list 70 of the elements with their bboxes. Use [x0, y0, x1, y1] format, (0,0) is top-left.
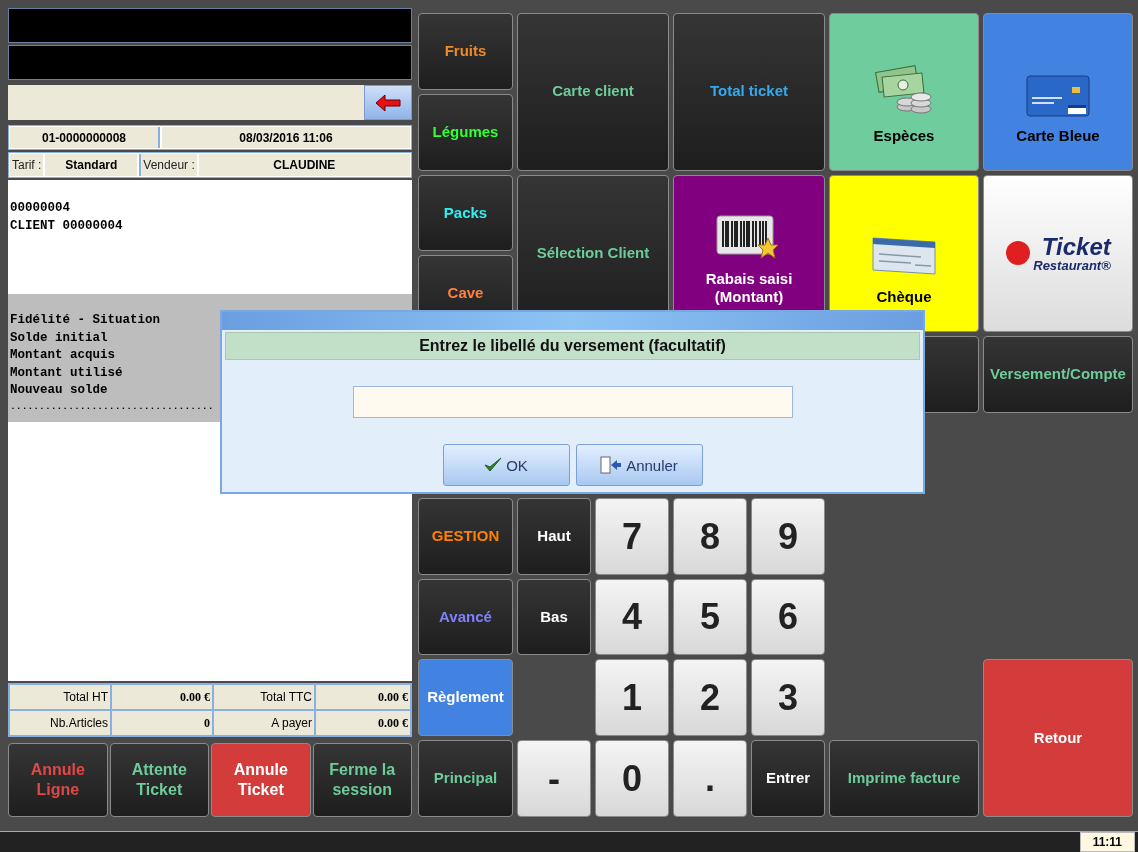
- keypad-key[interactable]: 1: [595, 659, 669, 737]
- backspace-button[interactable]: [364, 85, 412, 120]
- total-label: Total HT: [10, 685, 110, 709]
- function-button[interactable]: GESTION: [418, 497, 513, 575]
- ticket-line: 00000004: [10, 200, 71, 217]
- keypad-key[interactable]: 6: [751, 578, 825, 656]
- cancel-button[interactable]: Annuler: [575, 444, 703, 486]
- function-button[interactable]: Imprime facture: [829, 740, 979, 817]
- loyalty-line: Solde initial: [10, 329, 109, 347]
- loyalty-line: Montant acquis: [10, 347, 117, 364]
- logo-subtitle: Restaurant®: [1033, 258, 1111, 272]
- keypad-key[interactable]: .: [673, 740, 747, 817]
- function-button[interactable]: Entrer: [751, 740, 825, 817]
- total-value: 0.00 €: [316, 711, 410, 735]
- ticket-action-button[interactable]: Ferme la session: [312, 743, 412, 817]
- function-button[interactable]: Carte client: [517, 13, 669, 171]
- ticket-action-button[interactable]: Attente Ticket: [109, 743, 209, 817]
- function-button[interactable]: Packs: [418, 174, 513, 252]
- function-button[interactable]: Principal: [418, 740, 513, 817]
- ticket-datetime: 08/03/2016 11:06: [162, 127, 410, 148]
- tariff-value: Standard: [45, 154, 138, 176]
- keypad-key[interactable]: 7: [595, 497, 669, 575]
- credit-card-icon: [1026, 74, 1090, 117]
- function-button[interactable]: Carte Bleue: [983, 13, 1133, 171]
- total-label: Nb.Articles: [10, 711, 110, 735]
- loyalty-line: Montant utilisé: [10, 364, 124, 382]
- keypad-key[interactable]: 4: [595, 578, 669, 656]
- function-button[interactable]: Bas: [517, 578, 591, 656]
- exit-door-icon: [600, 456, 623, 474]
- total-label: A payer: [214, 711, 314, 735]
- clock: 11:11: [1079, 832, 1135, 852]
- loyalty-line: Nouveau solde: [10, 382, 109, 399]
- arrow-left-icon: [375, 93, 401, 112]
- loyalty-line: Fidélité - Situation: [10, 312, 162, 329]
- total-value: 0.00 €: [112, 685, 212, 709]
- circle-logo-icon: [1005, 240, 1032, 267]
- seller-value: CLAUDINE: [198, 154, 410, 176]
- ok-button[interactable]: OK: [442, 444, 570, 486]
- dialog-heading: Entrez le libellé du versement (facultatif): [225, 332, 920, 360]
- seller-label: Vendeur :: [139, 154, 197, 176]
- function-button[interactable]: Retour: [983, 659, 1133, 817]
- checkmark-icon: [484, 457, 503, 473]
- ticket-action-button[interactable]: Annule Ligne: [8, 743, 108, 817]
- total-label: Total TTC: [214, 685, 314, 709]
- function-button[interactable]: Règlement: [418, 659, 513, 737]
- function-button[interactable]: Chèque: [829, 174, 979, 333]
- function-button[interactable]: Ticket Restaurant®: [983, 174, 1133, 333]
- dotted-rule: ...................................: [10, 399, 215, 414]
- function-button[interactable]: Fruits: [418, 13, 513, 90]
- ticket-action-button[interactable]: Annule Ticket: [211, 743, 311, 817]
- total-value: 0: [112, 711, 212, 735]
- keypad-key[interactable]: 2: [673, 659, 747, 737]
- tariff-label: Tarif :: [10, 154, 44, 176]
- ticket-line: CLIENT 00000004: [10, 217, 124, 235]
- keypad-key[interactable]: 0: [595, 740, 669, 817]
- keypad-key[interactable]: 5: [673, 578, 747, 656]
- function-button[interactable]: Espèces: [829, 13, 979, 171]
- keypad-key[interactable]: 8: [673, 497, 747, 575]
- function-button[interactable]: Haut: [517, 497, 591, 575]
- total-value: 0.00 €: [316, 685, 410, 709]
- function-button[interactable]: Avancé: [418, 578, 513, 656]
- function-button[interactable]: Versement/Compte: [983, 336, 1133, 413]
- input-field[interactable]: [352, 386, 793, 418]
- keypad-key[interactable]: -: [517, 740, 591, 817]
- function-button[interactable]: Légumes: [418, 93, 513, 171]
- function-button[interactable]: Total ticket: [673, 13, 825, 171]
- keypad-key[interactable]: 9: [751, 497, 825, 575]
- keypad-key[interactable]: 3: [751, 659, 825, 737]
- logo-title: Ticket: [1041, 234, 1111, 259]
- ticket-number: 01-0000000008: [10, 127, 160, 148]
